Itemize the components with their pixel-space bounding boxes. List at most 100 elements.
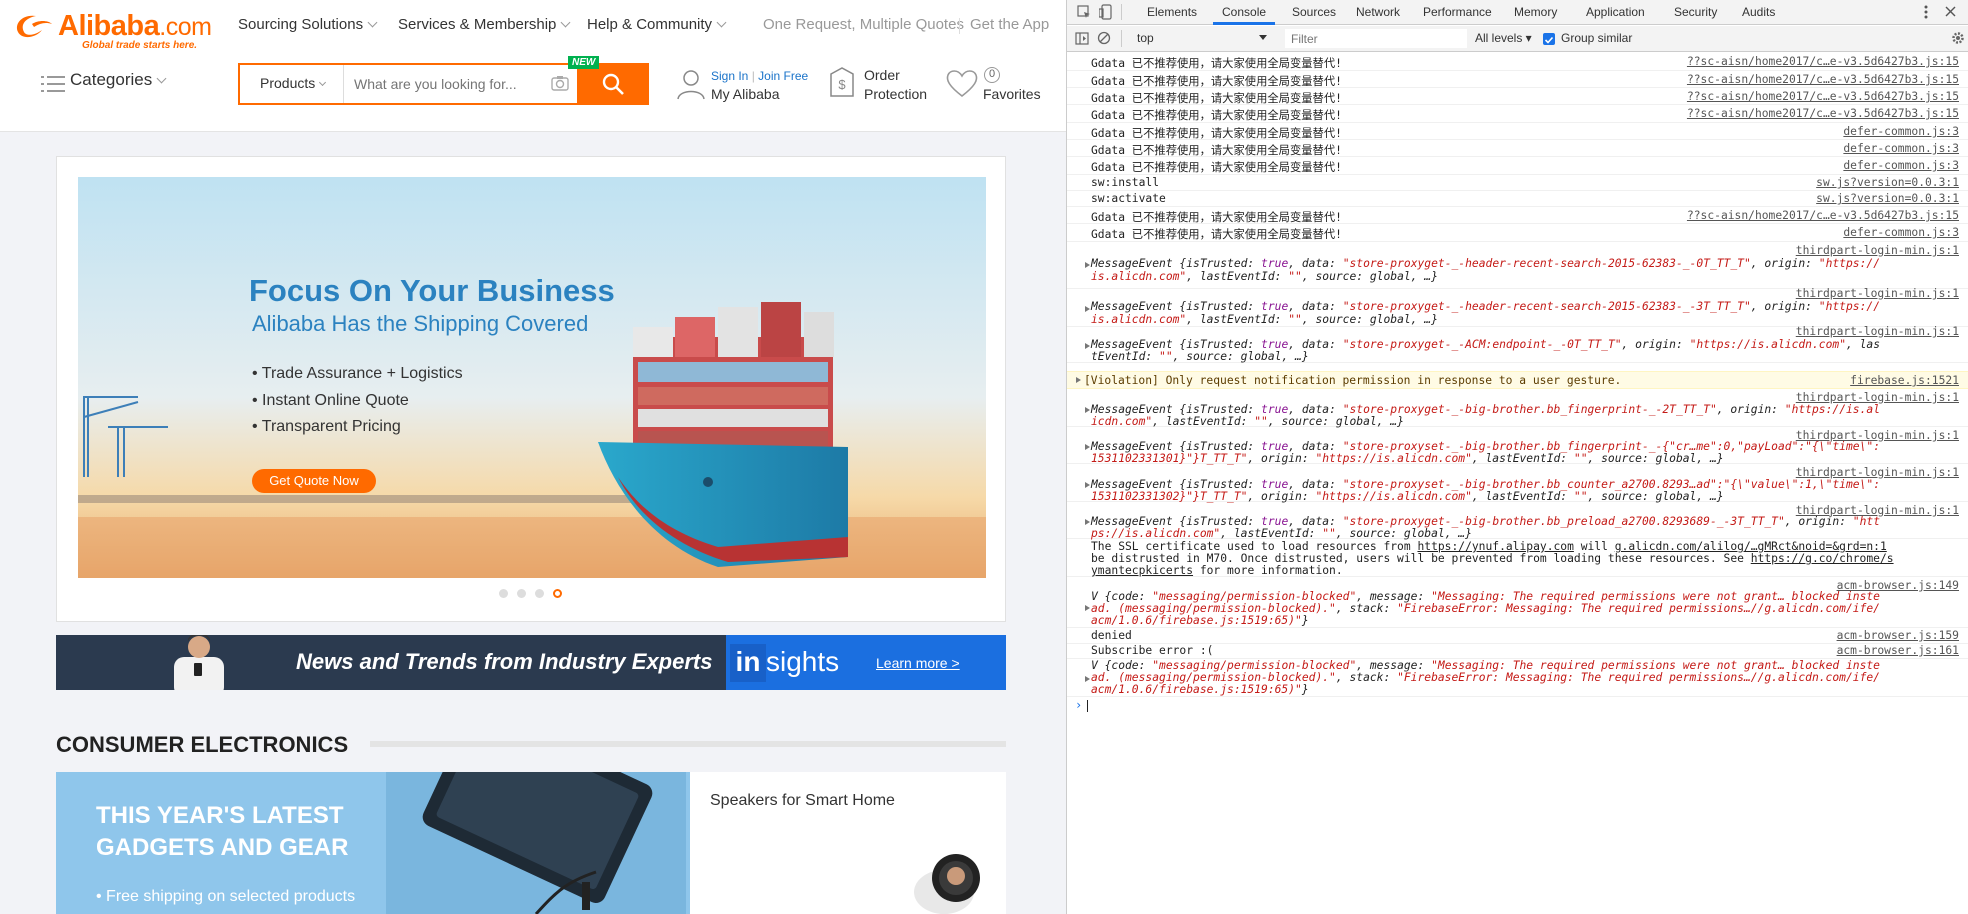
learn-more-link[interactable]: Learn more > <box>876 655 960 671</box>
one-request-link[interactable]: One Request, Multiple Quotes <box>763 16 964 33</box>
hero-slide[interactable]: Focus On Your Business Alibaba Has the S… <box>78 177 986 578</box>
get-app-link[interactable]: Get the App <box>970 16 1049 33</box>
settings-gear-icon[interactable] <box>1951 31 1965 45</box>
source-link[interactable]: defer-common.js:3 <box>1843 226 1959 239</box>
source-link[interactable]: thirdpart-login-min.js:1 <box>1796 287 1959 300</box>
expand-triangle-icon[interactable] <box>1085 343 1090 349</box>
tab-memory[interactable]: Memory <box>1514 5 1557 19</box>
chevron-down-icon <box>319 78 327 87</box>
tab-application[interactable]: Application <box>1586 5 1645 19</box>
speakers-category-card[interactable]: Speakers for Smart Home <box>690 772 1006 914</box>
expand-triangle-icon[interactable] <box>1085 262 1090 268</box>
expand-triangle-icon[interactable] <box>1085 676 1090 682</box>
expand-triangle-icon[interactable] <box>1076 377 1081 383</box>
close-icon[interactable] <box>1945 6 1956 17</box>
source-link[interactable]: ??sc-aisn/home2017/c…e-v3.5d6427b3.js:15 <box>1687 107 1959 120</box>
console-object-message[interactable]: thirdpart-login-min.js:1 MessageEvent {i… <box>1067 287 1968 327</box>
get-quote-button[interactable]: Get Quote Now <box>252 469 376 493</box>
source-link[interactable]: defer-common.js:3 <box>1843 159 1959 172</box>
console-object-message[interactable]: thirdpart-login-min.js:1 MessageEvent {i… <box>1067 325 1968 363</box>
console-error-object[interactable]: acm-browser.js:149 V {code: "messaging/p… <box>1067 577 1968 628</box>
console-message: Gdata 已不推荐使用，请大家使用全局变量替代! ??sc-aisn/home2… <box>1067 88 1968 105</box>
carousel-dot[interactable] <box>499 589 508 598</box>
tab-network[interactable]: Network <box>1356 5 1400 19</box>
console-message: Gdata 已不推荐使用，请大家使用全局变量替代! ??sc-aisn/home2… <box>1067 105 1968 123</box>
source-link[interactable]: ??sc-aisn/home2017/c…e-v3.5d6427b3.js:15 <box>1687 73 1959 86</box>
console-violation-warning[interactable]: [Violation] Only request notification pe… <box>1067 371 1968 389</box>
logo-wordmark: Alibaba.com <box>58 10 212 42</box>
carousel-dot[interactable] <box>517 589 526 598</box>
inspect-element-icon[interactable] <box>1077 5 1091 19</box>
banner-bullet: • Trade Assurance + Logistics <box>252 365 463 382</box>
console-object-message[interactable]: thirdpart-login-min.js:1 MessageEvent {i… <box>1067 242 1968 289</box>
insights-banner[interactable]: News and Trends from Industry Experts in… <box>56 635 1006 690</box>
console-prompt[interactable]: › <box>1067 697 1968 715</box>
console-message: sw:install sw.js?version=0.0.3:1 <box>1067 175 1968 191</box>
favorites-link[interactable]: Favorites <box>983 86 1041 102</box>
search-input[interactable] <box>352 65 542 103</box>
carousel-dot[interactable] <box>535 589 544 598</box>
sign-in-link[interactable]: Sign In <box>711 69 748 83</box>
gadgets-promo-card[interactable]: THIS YEAR'S LATEST GADGETS AND GEAR • Fr… <box>56 772 690 914</box>
console-object-message[interactable]: thirdpart-login-min.js:1 MessageEvent {i… <box>1067 502 1968 540</box>
source-link[interactable]: ??sc-aisn/home2017/c…e-v3.5d6427b3.js:15 <box>1687 209 1959 222</box>
expand-triangle-icon[interactable] <box>1085 482 1090 488</box>
console-object-message[interactable]: thirdpart-login-min.js:1 MessageEvent {i… <box>1067 389 1968 428</box>
tab-performance[interactable]: Performance <box>1423 5 1492 19</box>
clear-console-icon[interactable] <box>1097 31 1111 45</box>
tab-sources[interactable]: Sources <box>1292 5 1336 19</box>
console-error-object[interactable]: V {code: "messaging/permission-blocked",… <box>1067 659 1968 697</box>
log-levels-select[interactable]: All levels ▾ <box>1475 31 1532 45</box>
menu-list-icon <box>41 76 65 92</box>
expand-triangle-icon[interactable] <box>1085 605 1090 611</box>
source-link[interactable]: thirdpart-login-min.js:1 <box>1796 244 1959 257</box>
expand-triangle-icon[interactable] <box>1085 519 1090 525</box>
source-link[interactable]: acm-browser.js:159 <box>1837 629 1959 642</box>
carousel-dot-active[interactable] <box>553 589 562 598</box>
more-options-icon[interactable] <box>1923 4 1929 20</box>
device-toolbar-icon[interactable] <box>1099 4 1113 20</box>
source-link[interactable]: firebase.js:1521 <box>1850 374 1959 387</box>
categories-menu[interactable]: Categories <box>70 70 167 90</box>
new-badge: NEW <box>568 56 600 69</box>
camera-icon[interactable] <box>551 75 569 91</box>
hero-banner: Focus On Your Business Alibaba Has the S… <box>56 156 1006 622</box>
insights-headline: News and Trends from Industry Experts <box>296 649 713 674</box>
nav-services-membership[interactable]: Services & Membership <box>398 16 571 33</box>
context-select[interactable]: top <box>1137 31 1154 45</box>
source-link[interactable]: defer-common.js:3 <box>1843 125 1959 138</box>
nav-help-community[interactable]: Help & Community <box>587 16 727 33</box>
source-link[interactable]: sw.js?version=0.0.3:1 <box>1816 176 1959 189</box>
devtools-panel: Elements Console Sources Network Perform… <box>1066 0 1968 914</box>
expand-triangle-icon[interactable] <box>1085 306 1090 312</box>
search-button[interactable] <box>577 63 649 105</box>
tablet-illustration <box>386 772 686 914</box>
logo-tagline: Global trade starts here. <box>82 40 198 51</box>
expand-triangle-icon[interactable] <box>1085 444 1090 450</box>
source-link[interactable]: thirdpart-login-min.js:1 <box>1796 325 1959 338</box>
join-free-link[interactable]: Join Free <box>758 69 808 83</box>
source-link[interactable]: sw.js?version=0.0.3:1 <box>1816 192 1959 205</box>
tab-elements[interactable]: Elements <box>1147 5 1197 19</box>
sidebar-toggle-icon[interactable] <box>1075 32 1089 45</box>
source-link[interactable]: defer-common.js:3 <box>1843 142 1959 155</box>
my-alibaba-link[interactable]: My Alibaba <box>711 86 779 102</box>
console-filter-input[interactable] <box>1285 29 1467 48</box>
tab-audits[interactable]: Audits <box>1742 5 1775 19</box>
symantec-info-link[interactable]: https://g.co/chrome/s <box>1751 552 1894 565</box>
order-protection-link[interactable]: Order <box>864 67 900 83</box>
section-divider <box>370 741 1006 747</box>
group-similar-checkbox[interactable] <box>1543 33 1555 45</box>
source-link[interactable]: acm-browser.js:161 <box>1837 644 1959 657</box>
tab-console[interactable]: Console <box>1222 5 1266 19</box>
nav-sourcing-solutions[interactable]: Sourcing Solutions <box>238 16 378 33</box>
active-tab-indicator <box>1213 22 1275 25</box>
console-object-message[interactable]: thirdpart-login-min.js:1 MessageEvent {i… <box>1067 427 1968 465</box>
source-link[interactable]: ??sc-aisn/home2017/c…e-v3.5d6427b3.js:15 <box>1687 55 1959 68</box>
tab-security[interactable]: Security <box>1674 5 1717 19</box>
expand-triangle-icon[interactable] <box>1085 407 1090 413</box>
search-category-select[interactable]: Products <box>240 65 344 103</box>
console-object-message[interactable]: thirdpart-login-min.js:1 MessageEvent {i… <box>1067 464 1968 503</box>
source-link[interactable]: ??sc-aisn/home2017/c…e-v3.5d6427b3.js:15 <box>1687 90 1959 103</box>
heart-icon[interactable] <box>945 68 979 98</box>
